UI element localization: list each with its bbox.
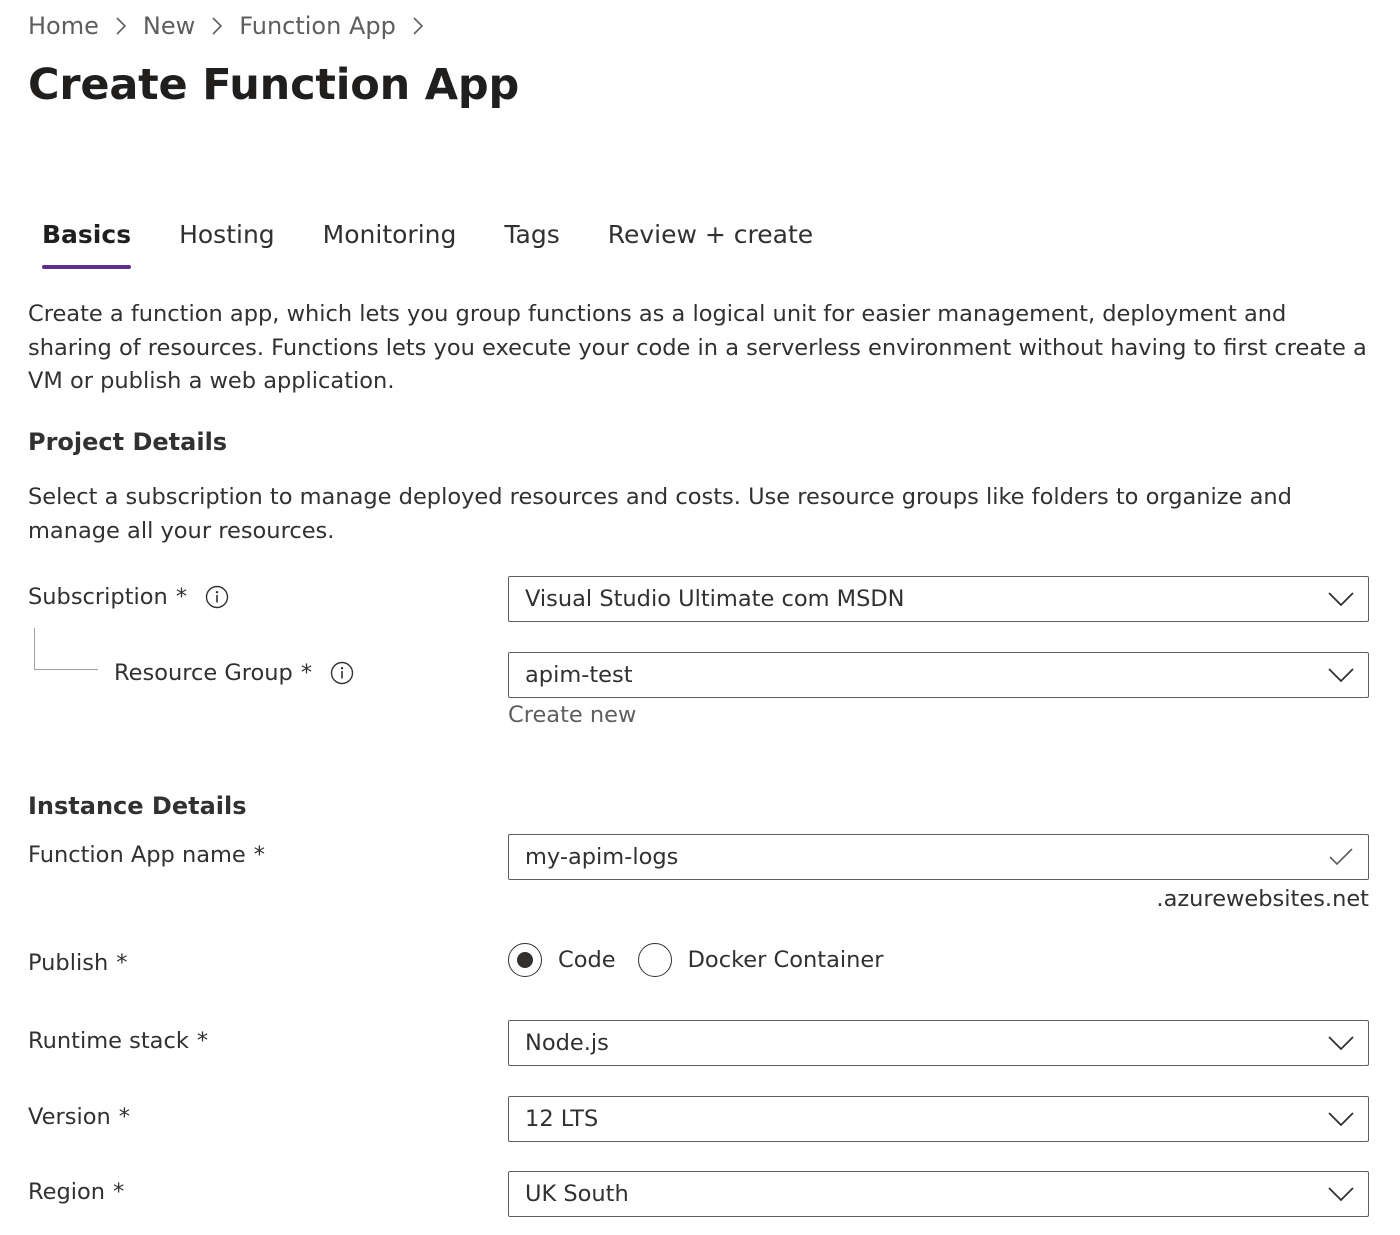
version-label-text: Version (28, 1104, 111, 1130)
region-label-text: Region (28, 1179, 106, 1205)
breadcrumb-new-link[interactable]: New (143, 12, 195, 40)
version-label: Version * (28, 1104, 130, 1130)
region-label: Region * (28, 1179, 124, 1205)
breadcrumb-function-app-link[interactable]: Function App (239, 12, 396, 40)
runtime-stack-label-text: Runtime stack (28, 1028, 189, 1054)
resource-group-label-text: Resource Group (114, 660, 293, 686)
required-marker: * (116, 950, 128, 976)
runtime-stack-label: Runtime stack * (28, 1028, 208, 1054)
chevron-down-icon (1328, 1186, 1354, 1202)
function-app-name-label-text: Function App name (28, 842, 246, 868)
function-app-name-input[interactable]: my-apim-logs (508, 834, 1369, 880)
required-marker: * (253, 842, 266, 868)
subscription-value: Visual Studio Ultimate com MSDN (525, 586, 905, 612)
chevron-down-icon (1328, 1111, 1354, 1127)
function-app-name-value: my-apim-logs (525, 844, 679, 870)
region-value: UK South (525, 1181, 629, 1207)
intro-description: Create a function app, which lets you gr… (28, 301, 1367, 394)
required-marker: * (118, 1104, 130, 1130)
domain-suffix: .azurewebsites.net (1156, 886, 1369, 912)
publish-option-code-label: Code (558, 947, 616, 973)
chevron-down-icon (1328, 667, 1354, 683)
resource-group-dropdown[interactable]: apim-test (508, 652, 1369, 698)
required-marker: * (113, 1179, 125, 1205)
version-dropdown[interactable]: 12 LTS (508, 1096, 1369, 1142)
radio-dot (517, 952, 533, 968)
chevron-right-icon (211, 17, 223, 35)
checkmark-icon (1328, 847, 1354, 867)
chevron-right-icon (115, 17, 127, 35)
tab-basics[interactable]: Basics (42, 220, 132, 269)
function-app-name-label: Function App name * (28, 842, 265, 868)
tab-hosting[interactable]: Hosting (179, 220, 275, 269)
publish-option-code[interactable]: Code (508, 943, 616, 977)
runtime-stack-value: Node.js (525, 1030, 609, 1056)
radio-button[interactable] (637, 943, 672, 977)
publish-option-docker[interactable]: Docker Container (637, 943, 884, 977)
tab-tags[interactable]: Tags (504, 220, 559, 269)
instance-details-heading: Instance Details (28, 792, 247, 820)
subscription-label-text: Subscription (28, 584, 168, 610)
publish-label: Publish * (28, 950, 127, 976)
info-icon[interactable] (330, 661, 354, 685)
info-icon[interactable] (205, 585, 229, 609)
create-function-app-page: Home New Function App Create Function Ap… (0, 0, 1400, 1235)
subscription-label: Subscription * (28, 584, 229, 610)
chevron-down-icon (1328, 1035, 1354, 1051)
publish-option-docker-label: Docker Container (687, 947, 884, 973)
publish-label-text: Publish (28, 950, 109, 976)
radio-button-selected[interactable] (508, 943, 542, 977)
subscription-dropdown[interactable]: Visual Studio Ultimate com MSDN (508, 576, 1369, 622)
wizard-tabs: Basics Hosting Monitoring Tags Review + … (42, 220, 861, 276)
tree-connector-line (34, 628, 98, 670)
publish-radio-group: Code Docker Container (508, 940, 906, 980)
breadcrumb-home-link[interactable]: Home (28, 12, 99, 40)
runtime-stack-dropdown[interactable]: Node.js (508, 1020, 1369, 1066)
chevron-right-icon (412, 17, 424, 35)
tab-monitoring[interactable]: Monitoring (323, 220, 457, 269)
page-title: Create Function App (28, 60, 520, 110)
tab-review-create[interactable]: Review + create (608, 220, 813, 269)
chevron-down-icon (1328, 591, 1354, 607)
project-details-description: Select a subscription to manage deployed… (28, 484, 1292, 544)
breadcrumb: Home New Function App (28, 8, 440, 44)
region-dropdown[interactable]: UK South (508, 1171, 1369, 1217)
resource-group-label: Resource Group * (114, 660, 354, 686)
required-marker: * (196, 1028, 209, 1054)
required-marker: * (300, 660, 313, 686)
required-marker: * (175, 584, 188, 610)
project-details-heading: Project Details (28, 428, 228, 456)
resource-group-value: apim-test (525, 662, 633, 688)
version-value: 12 LTS (525, 1106, 599, 1132)
create-new-resource-group-link[interactable]: Create new (508, 702, 636, 728)
